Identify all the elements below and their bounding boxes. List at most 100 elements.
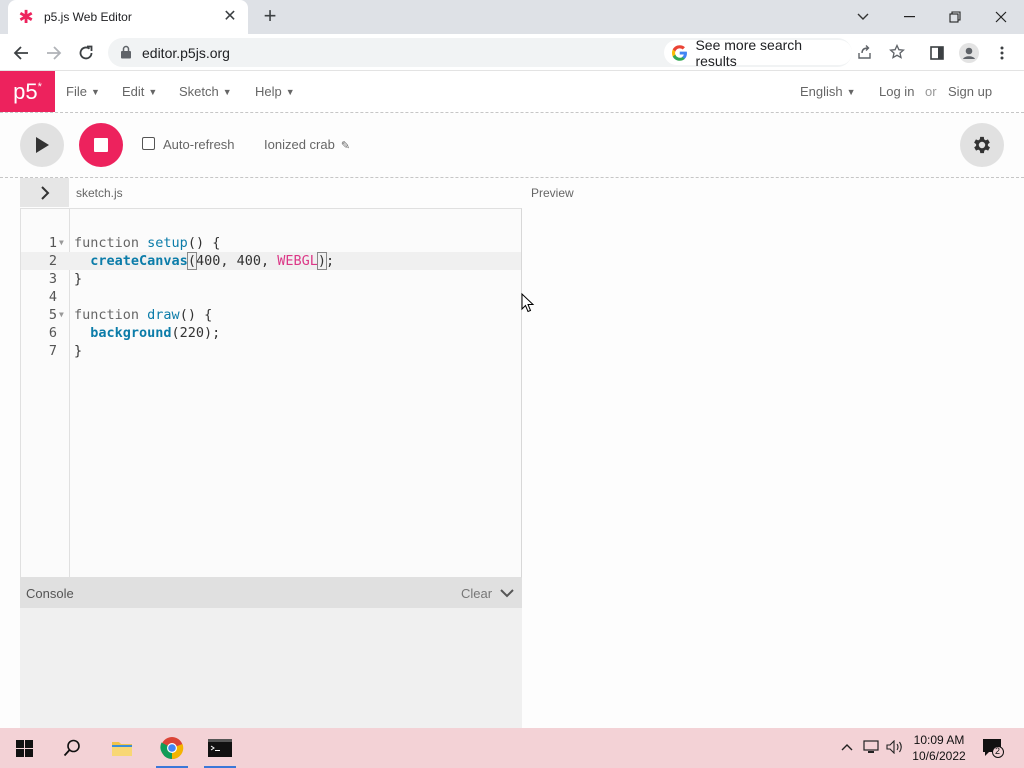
code-line-active[interactable]: 2 createCanvas(400, 400, WEBGL);	[21, 252, 521, 270]
chevron-right-icon	[40, 185, 49, 200]
forward-icon[interactable]	[41, 40, 67, 66]
tab-search-icon[interactable]	[840, 0, 886, 34]
bracket-match: )	[316, 252, 328, 270]
line-number: 6	[48, 325, 57, 341]
system-clock[interactable]: 10:09 AM 10/6/2022	[906, 732, 972, 764]
lock-icon[interactable]	[120, 45, 132, 59]
side-panel-icon[interactable]	[926, 42, 948, 64]
menu-help[interactable]: Help ▼	[255, 84, 295, 99]
code-line[interactable]: 3 }	[21, 270, 521, 288]
console-title: Console	[26, 586, 74, 601]
caret-down-icon: ▼	[285, 87, 295, 97]
sketch-toolbar: Auto-refresh Ionized crab ✎	[0, 113, 1024, 178]
p5-favicon-icon: ✱	[18, 7, 34, 27]
notification-center-icon[interactable]: 2	[982, 738, 1004, 758]
function-name: setup	[147, 235, 188, 251]
bracket-match: (	[186, 252, 197, 270]
caret-down-icon: ▼	[148, 87, 158, 97]
console-clear-button[interactable]: Clear	[461, 586, 492, 601]
search-chip-label: See more search results	[695, 36, 803, 69]
menu-edit[interactable]: Edit ▼	[122, 84, 157, 99]
restore-icon[interactable]	[932, 0, 978, 34]
line-number: 1	[48, 235, 57, 251]
share-icon[interactable]	[856, 44, 874, 62]
volume-icon[interactable]	[886, 739, 904, 756]
caret-down-icon: ▼	[90, 87, 100, 97]
code-line[interactable]: 7 }	[21, 342, 521, 360]
language-selector[interactable]: English ▼	[800, 84, 856, 99]
auto-refresh-label[interactable]: Auto-refresh	[163, 137, 235, 152]
close-tab-icon[interactable]: ✕	[222, 9, 238, 25]
menu-file[interactable]: File ▼	[66, 84, 100, 99]
google-icon	[672, 44, 687, 61]
menu-help-label: Help	[255, 84, 282, 99]
language-label: English	[800, 84, 843, 99]
code-text: }	[74, 271, 83, 287]
editor-file-header: sketch.js	[20, 178, 522, 208]
close-window-icon[interactable]	[978, 0, 1024, 34]
back-icon[interactable]	[8, 40, 34, 66]
code-line[interactable]: 4	[21, 288, 521, 306]
code-text: (220);	[171, 325, 221, 341]
code-editor[interactable]: 1 ▼ function setup() { 2 createCanvas(40…	[20, 208, 522, 578]
menu-file-label: File	[66, 84, 87, 99]
chevron-up-icon[interactable]	[838, 740, 856, 756]
fold-arrow-icon[interactable]: ▼	[59, 306, 64, 324]
code-line[interactable]: 1 ▼ function setup() {	[21, 234, 521, 252]
menu-edit-label: Edit	[122, 84, 145, 99]
url-text[interactable]: editor.p5js.org	[142, 45, 230, 61]
chevron-down-icon[interactable]	[499, 585, 515, 601]
console-output	[20, 608, 522, 728]
constant: WEBGL	[277, 253, 318, 269]
address-bar[interactable]: editor.p5js.org See more search results	[108, 37, 905, 69]
new-tab-icon[interactable]: +	[258, 5, 282, 29]
settings-button[interactable]	[960, 123, 1004, 167]
fold-arrow-icon[interactable]: ▼	[59, 234, 64, 252]
chrome-icon[interactable]	[148, 728, 196, 768]
console-header[interactable]: Console Clear	[20, 578, 522, 608]
windows-start-icon[interactable]	[0, 728, 48, 768]
p5-nav-bar: p5 * File ▼ Edit ▼ Sketch ▼ Help ▼ English ▼ L…	[0, 71, 1024, 113]
stop-button[interactable]	[79, 123, 123, 167]
clock-date: 10/6/2022	[912, 749, 966, 763]
code-line[interactable]: 5 ▼ function draw() {	[21, 306, 521, 324]
search-results-chip[interactable]: See more search results	[664, 37, 852, 69]
search-icon[interactable]	[48, 728, 96, 768]
caret-down-icon: ▼	[846, 87, 856, 97]
code-text: }	[74, 343, 83, 359]
function-call: background	[90, 325, 172, 341]
file-name-tab[interactable]: sketch.js	[76, 186, 123, 200]
menu-sketch[interactable]: Sketch ▼	[179, 84, 232, 99]
browser-tab-strip: ✱ p5.js Web Editor ✕ +	[0, 0, 1024, 34]
minimize-icon[interactable]	[886, 0, 932, 34]
sketch-name-text: Ionized crab	[264, 137, 335, 152]
p5-logo[interactable]: p5 *	[0, 71, 55, 112]
or-text: or	[925, 84, 937, 99]
code-text: () {	[187, 235, 221, 251]
play-icon	[36, 137, 49, 153]
pencil-icon[interactable]: ✎	[341, 139, 350, 152]
play-button[interactable]	[20, 123, 64, 167]
terminal-icon[interactable]	[196, 728, 244, 768]
reload-icon[interactable]	[73, 40, 99, 66]
mouse-cursor-icon	[521, 293, 535, 313]
signup-link[interactable]: Sign up	[948, 84, 992, 99]
line-number: 7	[48, 343, 57, 359]
code-text: ;	[326, 253, 335, 269]
sidebar-toggle-button[interactable]	[20, 178, 69, 207]
code-text: 400, 400,	[195, 253, 278, 269]
caret-down-icon: ▼	[222, 87, 232, 97]
file-explorer-icon[interactable]	[98, 728, 146, 768]
browser-tab[interactable]: ✱ p5.js Web Editor ✕	[8, 0, 248, 34]
sketch-name[interactable]: Ionized crab ✎	[264, 137, 350, 152]
tab-title: p5.js Web Editor	[44, 10, 132, 24]
login-link[interactable]: Log in	[879, 84, 914, 99]
auto-refresh-checkbox[interactable]	[142, 137, 155, 150]
line-number: 2	[48, 253, 57, 269]
clock-time: 10:09 AM	[913, 733, 965, 747]
bookmark-star-icon[interactable]	[888, 43, 906, 62]
browser-menu-icon[interactable]	[991, 42, 1013, 64]
profile-icon[interactable]	[958, 42, 980, 64]
code-line[interactable]: 6 background(220);	[21, 324, 521, 342]
network-icon[interactable]	[862, 740, 880, 756]
